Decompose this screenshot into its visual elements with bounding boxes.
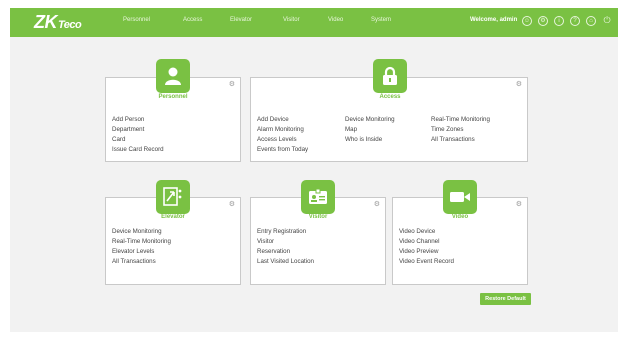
elevator-title: Elevator <box>161 214 185 220</box>
link-video-channel[interactable]: Video Channel <box>399 238 439 245</box>
link-video-preview[interactable]: Video Preview <box>399 248 438 255</box>
link-video-event-record[interactable]: Video Event Record <box>399 258 454 265</box>
link-last-visited-location[interactable]: Last Visited Location <box>257 258 314 265</box>
link-access-levels[interactable]: Access Levels <box>257 136 297 143</box>
nav-personnel[interactable]: Personnel <box>123 17 150 23</box>
card-settings-icon[interactable]: ⚙ <box>374 200 380 208</box>
video-title: Video <box>451 214 469 220</box>
link-alarm-monitoring[interactable]: Alarm Monitoring <box>257 126 304 133</box>
nav-elevator[interactable]: Elevator <box>230 17 252 23</box>
user-icon[interactable]: ☺ <box>522 16 532 26</box>
person-icon[interactable] <box>156 59 190 93</box>
link-map[interactable]: Map <box>345 126 357 133</box>
link-visitor[interactable]: Visitor <box>257 238 274 245</box>
card-settings-icon[interactable]: ⚙ <box>516 200 522 208</box>
video-camera-icon[interactable] <box>443 180 477 214</box>
nav-video[interactable]: Video <box>328 17 343 23</box>
link-reservation[interactable]: Reservation <box>257 248 290 255</box>
link-video-device[interactable]: Video Device <box>399 228 435 235</box>
zkteco-logo: ZK Teco <box>34 12 82 32</box>
nav-visitor[interactable]: Visitor <box>283 17 300 23</box>
link-device-monitoring[interactable]: Device Monitoring <box>345 116 395 123</box>
welcome-text: Welcome, admin <box>470 17 518 23</box>
link-elevator-levels[interactable]: Elevator Levels <box>112 248 154 255</box>
card-settings-icon[interactable]: ⚙ <box>516 80 522 88</box>
link-add-device[interactable]: Add Device <box>257 116 289 123</box>
visitor-badge-icon[interactable] <box>301 180 335 214</box>
link-all-transactions[interactable]: All Transactions <box>431 136 475 143</box>
link-device-monitoring[interactable]: Device Monitoring <box>112 228 162 235</box>
elevator-icon[interactable] <box>156 180 190 214</box>
link-all-transactions[interactable]: All Transactions <box>112 258 156 265</box>
link-real-time-monitoring[interactable]: Real-Time Monitoring <box>431 116 490 123</box>
card-settings-icon[interactable]: ⚙ <box>229 200 235 208</box>
settings-icon[interactable]: ⚙ <box>538 16 548 26</box>
link-events-from-today[interactable]: Events from Today <box>257 146 308 153</box>
link-who-is-inside[interactable]: Who is Inside <box>345 136 382 143</box>
top-navigation-bar: ZK Teco Personnel Access Elevator Visitor… <box>10 8 618 37</box>
link-add-person[interactable]: Add Person <box>112 116 144 123</box>
home-icon[interactable]: ⌂ <box>586 16 596 26</box>
info-icon[interactable]: i <box>554 16 564 26</box>
link-real-time-monitoring[interactable]: Real-Time Monitoring <box>112 238 171 245</box>
personnel-title: Personnel <box>158 94 188 100</box>
logout-icon[interactable]: ⏻ <box>602 16 612 26</box>
nav-system[interactable]: System <box>371 17 391 23</box>
access-title: Access <box>379 94 401 100</box>
lock-icon[interactable] <box>373 59 407 93</box>
help-icon[interactable]: ? <box>570 16 580 26</box>
link-time-zones[interactable]: Time Zones <box>431 126 463 133</box>
card-settings-icon[interactable]: ⚙ <box>229 80 235 88</box>
link-card[interactable]: Card <box>112 136 125 143</box>
visitor-title: Visitor <box>308 214 328 220</box>
link-department[interactable]: Department <box>112 126 144 133</box>
restore-default-button[interactable]: Restore Default <box>480 293 531 305</box>
link-entry-registration[interactable]: Entry Registration <box>257 228 306 235</box>
nav-access[interactable]: Access <box>183 17 202 23</box>
link-issue-card-record[interactable]: Issue Card Record <box>112 146 164 153</box>
app-frame: ZK Teco Personnel Access Elevator Visitor… <box>10 8 618 332</box>
